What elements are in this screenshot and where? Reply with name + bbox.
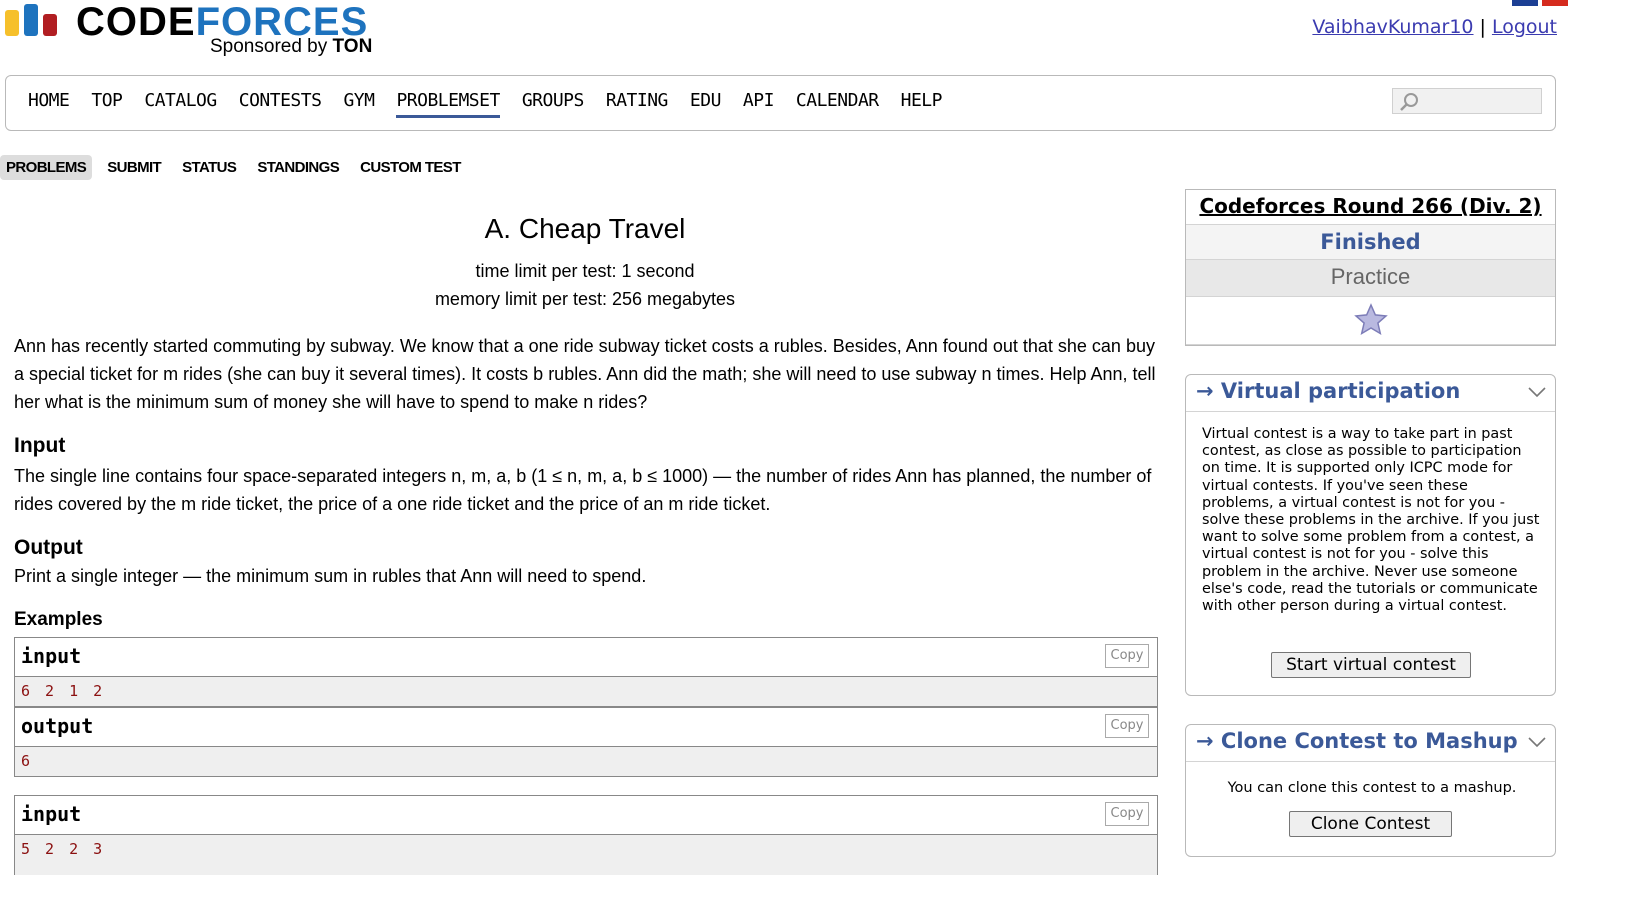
example-input-1: input Copy 6 2 1 2 <box>14 637 1158 707</box>
menu-item-contests[interactable]: CONTESTS <box>239 90 322 118</box>
menu-item-calendar[interactable]: CALENDAR <box>796 90 879 118</box>
menu-item-api[interactable]: API <box>743 90 775 118</box>
submenu-item-custom-test[interactable]: CUSTOM TEST <box>354 155 467 180</box>
submenu-item-standings[interactable]: STANDINGS <box>251 155 345 180</box>
memory-limit: memory limit per test: 256 megabytes <box>434 289 736 309</box>
username-link[interactable]: VaibhavKumar10 <box>1312 16 1473 38</box>
example-input-2: input Copy 5 2 2 3 <box>14 795 1158 875</box>
submenu-item-problems[interactable]: PROBLEMS <box>0 155 93 180</box>
input-specification: The single line contains four space-sepa… <box>14 466 1152 514</box>
examples-title: Examples <box>14 609 103 630</box>
user-links: VaibhavKumar10 | Logout <box>1312 16 1557 38</box>
output-section-title: Output <box>14 536 83 559</box>
clone-contest-button[interactable]: Clone Contest <box>1289 811 1452 837</box>
star-icon[interactable] <box>1353 302 1389 338</box>
output-specification: Print a single integer — the minimum sum… <box>14 566 647 586</box>
copy-button[interactable]: Copy <box>1105 644 1149 668</box>
problem-statement: Ann has recently started commuting by su… <box>14 336 1156 412</box>
example-label: input <box>21 644 82 668</box>
search-input[interactable] <box>1392 88 1542 114</box>
contest-status: Finished <box>1186 225 1555 260</box>
menu-item-catalog[interactable]: CATALOG <box>144 90 217 118</box>
copy-button[interactable]: Copy <box>1105 802 1149 826</box>
virtual-participation-panel: → Virtual participation Virtual contest … <box>1185 374 1556 696</box>
russian-flag-icon[interactable] <box>1542 0 1568 6</box>
input-section-title: Input <box>14 434 66 457</box>
submenu-item-submit[interactable]: SUBMIT <box>101 155 167 180</box>
contest-mode: Practice <box>1186 260 1555 297</box>
menu-item-home[interactable]: HOME <box>28 90 70 118</box>
menu-item-top[interactable]: TOP <box>91 90 123 118</box>
menu-item-rating[interactable]: RATING <box>606 90 669 118</box>
codeforces-logo-icon[interactable] <box>5 4 61 36</box>
menu-item-help[interactable]: HELP <box>901 90 943 118</box>
clone-contest-text: You can clone this contest to a mashup. <box>1227 780 1517 796</box>
clone-contest-title[interactable]: → Clone Contest to Mashup <box>1196 729 1518 753</box>
menu-item-edu[interactable]: EDU <box>690 90 722 118</box>
favourite-star[interactable] <box>1186 298 1555 345</box>
chevron-down-icon[interactable] <box>1527 735 1547 749</box>
contest-info-box: Codeforces Round 266 (Div. 2) Finished P… <box>1185 189 1556 346</box>
virtual-participation-title[interactable]: → Virtual participation <box>1196 379 1460 403</box>
submenu-item-status[interactable]: STATUS <box>176 155 242 180</box>
example-value[interactable]: 6 2 1 2 <box>21 682 105 700</box>
start-virtual-contest-button[interactable]: Start virtual contest <box>1271 652 1471 678</box>
example-label: output <box>21 714 94 738</box>
second-level-menu: PROBLEMS SUBMIT STATUS STANDINGS CUSTOM TEST <box>0 155 476 180</box>
problem-title: A. Cheap Travel <box>484 213 686 244</box>
time-limit: time limit per test: 1 second <box>475 261 695 281</box>
clone-contest-panel: → Clone Contest to Mashup You can clone … <box>1185 724 1556 857</box>
main-menu: HOME TOP CATALOG CONTESTS GYM PROBLEMSET GROUP… <box>5 75 1556 131</box>
sponsor-line: Sponsored by TON <box>210 36 373 57</box>
magnifier-icon <box>1400 93 1418 111</box>
example-value[interactable]: 5 2 2 3 <box>21 840 105 858</box>
example-output-1: output Copy 6 <box>14 707 1158 777</box>
contest-name-link[interactable]: Codeforces Round 266 (Div. 2) <box>1186 190 1555 225</box>
logout-link[interactable]: Logout <box>1492 16 1557 38</box>
menu-item-groups[interactable]: GROUPS <box>522 90 585 118</box>
menu-item-problemset[interactable]: PROBLEMSET <box>396 90 500 118</box>
user-links-separator: | <box>1479 16 1486 38</box>
chevron-down-icon[interactable] <box>1527 385 1547 399</box>
copy-button[interactable]: Copy <box>1105 714 1149 738</box>
menu-item-gym[interactable]: GYM <box>343 90 375 118</box>
language-flags[interactable] <box>1512 0 1580 6</box>
english-flag-icon[interactable] <box>1512 0 1538 6</box>
example-value[interactable]: 6 <box>21 752 33 770</box>
example-label: input <box>21 802 82 826</box>
virtual-participation-text: Virtual contest is a way to take part in… <box>1202 426 1540 615</box>
